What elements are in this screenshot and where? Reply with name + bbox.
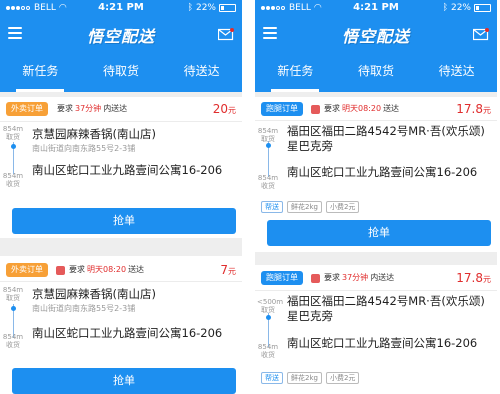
pickup-dot [11, 306, 16, 311]
divider [255, 290, 497, 291]
deliver-address: 南山区蛇口工业九路壹间公寓16-206 [32, 326, 223, 340]
tag-item: 鲜花2kg [287, 372, 322, 384]
tag-service: 帮送 [261, 201, 283, 213]
grab-order-button[interactable]: 抢单 [267, 220, 491, 246]
pickup-distance: 854m 取货 [257, 127, 279, 143]
tag-service: 帮送 [261, 372, 283, 384]
battery-icon [219, 4, 236, 12]
app-brand-title: 悟空配送 [86, 27, 155, 46]
clock-icon [311, 273, 320, 283]
order-tags: 帮送 鲜花2kg 小费2元 [261, 372, 360, 384]
app-header: BELL ◠ 4:21 PM ᛒ 22% 悟空配送 新任务 待取货 待送达 [255, 0, 497, 92]
delivery-requirement: 要求 明天08:20 送达 [311, 102, 399, 116]
tab-bar: 新任务 待取货 待送达 [255, 54, 497, 92]
order-card: 外卖订单 要求 37分钟 内送达 20元 854m 取货 京慧园麻辣香锅(南山店) 南… [0, 97, 242, 238]
tab-new-tasks[interactable]: 新任务 [0, 54, 81, 92]
order-price: 17.8元 [456, 271, 491, 285]
app-header: BELL ◠ 4:21 PM ᛒ 22% 悟空配送 新任务 待取货 待送达 [0, 0, 242, 92]
deliver-distance: 854m 收货 [257, 174, 279, 190]
pickup-address: 南山街道向南东路55号2-3铺 [32, 304, 136, 313]
tab-awaiting-delivery[interactable]: 待送达 [416, 54, 497, 92]
delivery-requirement: 要求 明天08:20 送达 [56, 263, 144, 277]
order-price: 7元 [220, 263, 236, 277]
pickup-name: 福田区福田二路4542号MR·吾(欢乐颂)星巴克旁 [287, 124, 485, 153]
tag-tip: 小费2元 [325, 201, 360, 213]
pickup-distance: 854m 取货 [2, 125, 24, 141]
delivery-requirement: 要求 37分钟 内送达 [311, 271, 394, 285]
tab-bar: 新任务 待取货 待送达 [0, 54, 242, 92]
tag-tip: 小费2元 [325, 372, 360, 384]
deliver-distance: 854m 收货 [257, 343, 279, 359]
order-price: 17.8元 [456, 102, 491, 116]
clock-icon [311, 104, 320, 114]
active-tab-indicator [271, 89, 319, 92]
divider [0, 281, 242, 282]
pickup-dot [266, 143, 271, 148]
battery-percent: 22% [195, 3, 216, 13]
status-bar: BELL ◠ 4:21 PM ᛒ 22% [0, 0, 242, 18]
order-card: 外卖订单 要求 明天08:20 送达 7元 854m 取货 京慧园麻辣香锅(南山店) … [0, 256, 242, 394]
left-phone-screen: BELL ◠ 4:21 PM ᛒ 22% 悟空配送 新任务 待取货 待送达 外卖订单… [0, 0, 242, 394]
battery-percent: 22% [450, 3, 471, 13]
pickup-name: 京慧园麻辣香锅(南山店) [32, 287, 156, 301]
tab-new-tasks[interactable]: 新任务 [255, 54, 336, 92]
status-bar: BELL ◠ 4:21 PM ᛒ 22% [255, 0, 497, 18]
nav-bar: 悟空配送 [255, 18, 497, 54]
tab-awaiting-pickup[interactable]: 待取货 [81, 54, 162, 92]
pickup-dot [266, 315, 271, 320]
order-card: 跑腿订单 要求 37分钟 内送达 17.8元 <500m 取货 福田区福田二路4542… [255, 265, 497, 394]
pickup-dot [11, 144, 16, 149]
grab-order-button[interactable]: 抢单 [12, 368, 236, 394]
mail-icon[interactable] [473, 28, 489, 41]
order-card: 跑腿订单 要求 明天08:20 送达 17.8元 854m 取货 福田区福田二路454… [255, 97, 497, 252]
pickup-distance: 854m 取货 [2, 286, 24, 302]
pickup-address: 南山街道向南东路55号2-3铺 [32, 144, 136, 153]
deliver-address: 南山区蛇口工业九路壹间公寓16-206 [287, 336, 478, 350]
order-type-chip: 外卖订单 [6, 102, 48, 116]
delivery-requirement: 要求 37分钟 内送达 [57, 104, 128, 113]
tab-awaiting-pickup[interactable]: 待取货 [336, 54, 417, 92]
active-tab-indicator [16, 89, 64, 92]
mail-icon[interactable] [218, 28, 234, 41]
tab-awaiting-delivery[interactable]: 待送达 [161, 54, 242, 92]
tag-item: 鲜花2kg [287, 201, 322, 213]
divider [0, 121, 242, 122]
order-type-chip: 跑腿订单 [261, 271, 303, 285]
deliver-address: 南山区蛇口工业九路壹间公寓16-206 [32, 163, 223, 177]
grab-order-button[interactable]: 抢单 [12, 208, 236, 234]
battery-icon [474, 4, 491, 12]
bluetooth-icon: ᛒ [442, 3, 448, 13]
clock-icon [56, 265, 65, 275]
nav-bar: 悟空配送 [0, 18, 242, 54]
pickup-distance: <500m 取货 [257, 298, 284, 314]
deliver-distance: 854m 收货 [2, 172, 24, 188]
order-type-chip: 跑腿订单 [261, 102, 303, 116]
right-phone-screen: BELL ◠ 4:21 PM ᛒ 22% 悟空配送 新任务 待取货 待送达 跑腿订单… [255, 0, 497, 394]
deliver-address: 南山区蛇口工业九路壹间公寓16-206 [287, 165, 478, 179]
pickup-name: 京慧园麻辣香锅(南山店) [32, 127, 156, 141]
app-brand-title: 悟空配送 [341, 27, 410, 46]
order-tags: 帮送 鲜花2kg 小费2元 [261, 201, 360, 213]
divider [255, 120, 497, 121]
pickup-name: 福田区福田二路4542号MR·吾(欢乐颂)星巴克旁 [287, 294, 485, 323]
order-type-chip: 外卖订单 [6, 263, 48, 277]
deliver-distance: 854m 收货 [2, 333, 24, 349]
order-price: 20元 [212, 102, 236, 116]
bluetooth-icon: ᛒ [187, 3, 193, 13]
